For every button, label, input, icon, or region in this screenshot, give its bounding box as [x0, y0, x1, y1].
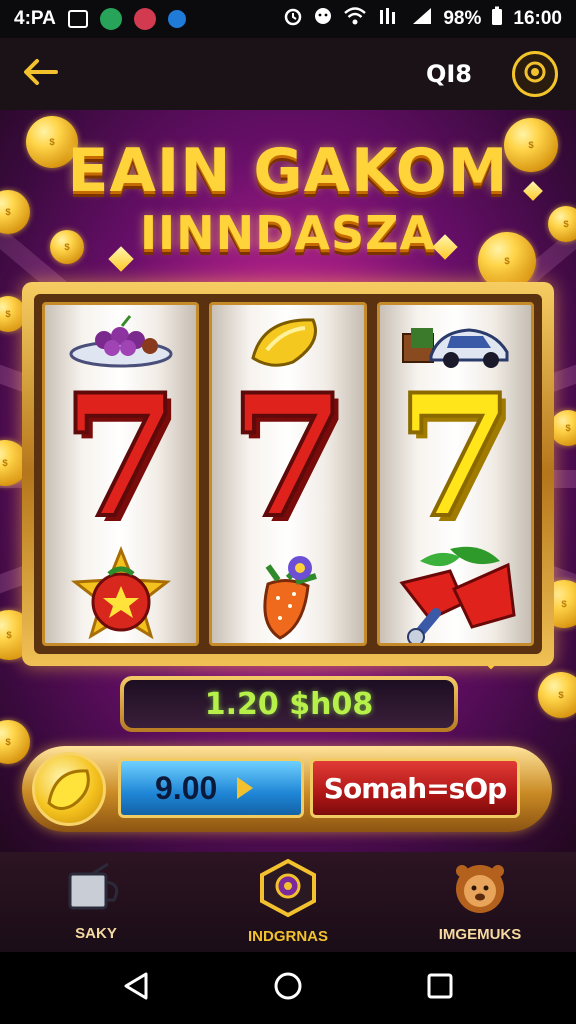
slot-machine: 7 7 7	[22, 282, 554, 666]
reel-3: 7	[376, 302, 534, 646]
bonus-button[interactable]	[32, 752, 106, 826]
triangle-back-icon	[122, 971, 150, 1006]
coin-decoration	[0, 720, 30, 764]
wifi-icon	[343, 6, 367, 32]
app-notification-icon	[99, 8, 122, 30]
system-back-button[interactable]	[114, 966, 158, 1010]
coin-menu-button[interactable]	[512, 51, 558, 97]
system-nav-bar	[0, 952, 576, 1024]
cell-signal-icon	[411, 6, 433, 32]
coin-icon	[522, 59, 548, 90]
system-home-button[interactable]	[266, 966, 310, 1010]
battery-icon	[491, 6, 503, 32]
data-signal-icon	[377, 6, 401, 32]
spin-label: Somah=sOp	[323, 771, 507, 805]
win-amount: 1.20 $h08	[204, 686, 374, 722]
game-area: EAIN GAKOM IINNDASZA 7	[0, 110, 576, 852]
info-notification-icon	[167, 10, 186, 28]
status-clock: 16:00	[513, 8, 562, 29]
yellow-seven-symbol: 7	[395, 357, 516, 555]
game-subtitle: IINNDASZA	[139, 206, 437, 260]
nav-label: INDGRNAS	[247, 928, 328, 945]
square-recents-icon	[426, 972, 454, 1005]
red-seven-symbol: 7	[228, 357, 349, 555]
red-seven-symbol: 7	[60, 357, 181, 555]
nav-item-indgrnas[interactable]: INDGRNAS	[192, 852, 384, 952]
bet-value: 9.00	[155, 769, 218, 806]
status-bar: 4:PA 98% 16:00	[0, 0, 576, 38]
app-bar: QI8	[0, 38, 576, 110]
strawberry-flower-icon	[212, 537, 363, 643]
game-notification-icon	[133, 8, 156, 30]
bet-selector[interactable]: 9.00	[118, 758, 304, 818]
status-time: 4:PA	[14, 8, 56, 29]
lion-icon	[450, 861, 510, 920]
tomato-star-icon	[45, 537, 196, 643]
nav-label: SAKY	[75, 925, 117, 942]
coin-decoration	[538, 672, 576, 718]
circle-home-icon	[273, 971, 303, 1006]
spin-button[interactable]: Somah=sOp	[310, 758, 520, 818]
alarm-icon	[283, 6, 303, 32]
control-bar: 9.00 Somah=sOp	[22, 746, 552, 832]
red-kite-icon	[380, 537, 531, 643]
win-display: 1.20 $h08	[120, 676, 458, 732]
game-title: EAIN GAKOM	[67, 136, 509, 206]
back-button[interactable]	[18, 52, 62, 96]
badge-icon	[256, 858, 320, 922]
gallery-notification-icon	[67, 10, 88, 28]
header-id: QI8	[425, 60, 472, 88]
nav-item-saky[interactable]: SAKY	[0, 852, 192, 952]
arrow-left-icon	[22, 57, 58, 92]
reel-1: 7	[42, 302, 200, 646]
face-icon	[313, 6, 333, 32]
lemon-icon	[35, 769, 103, 827]
nav-item-imgemuks[interactable]: IMGEMUKS	[384, 852, 576, 952]
nav-label: IMGEMUKS	[438, 926, 522, 943]
battery-text: 98%	[443, 8, 482, 29]
bottom-nav: SAKY INDGRNAS IMGEMUKS	[0, 852, 576, 952]
reel-2: 7	[209, 302, 367, 646]
system-recents-button[interactable]	[418, 966, 462, 1010]
mug-icon	[64, 862, 128, 919]
play-arrow-icon	[237, 777, 254, 799]
reel-frame: 7 7 7	[34, 294, 542, 654]
